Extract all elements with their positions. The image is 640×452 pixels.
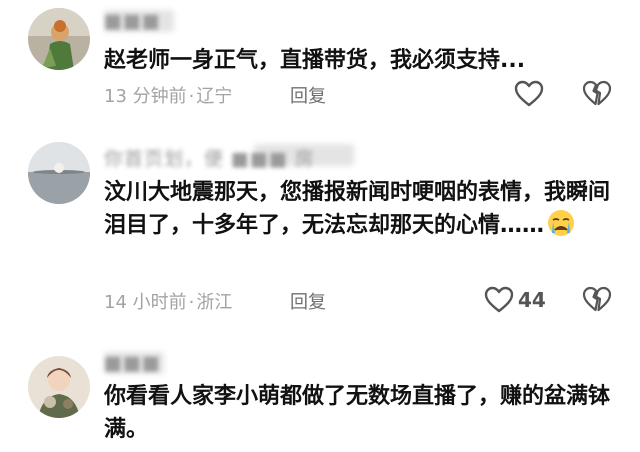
username-text: ■■■	[104, 10, 161, 32]
avatar[interactable]	[28, 8, 90, 70]
comment-item: ■■■ 赵老师一身正气，直播带货，我必须支持... 13 分钟前 · 辽宁 回复	[0, 0, 640, 120]
broken-heart-icon	[582, 80, 612, 112]
username[interactable]: ■■■	[104, 10, 184, 32]
comment-text: 赵老师一身正气，直播带货，我必须支持...	[104, 48, 526, 73]
dislike-button[interactable]	[582, 286, 612, 318]
reply-button[interactable]: 回复	[290, 288, 326, 314]
comment-time: 14 小时前	[104, 292, 187, 313]
comment-text-content: 汶川大地震那天，您播报新闻时哽咽的表情，我瞬间泪目了，十多年了，无法忘却那天的心…	[104, 180, 611, 238]
like-count: 44	[518, 288, 546, 312]
username[interactable]: 你首页划，便 ■■■ 房	[104, 144, 404, 170]
avatar[interactable]	[28, 142, 90, 204]
avatar[interactable]	[28, 356, 90, 418]
comment-meta: 14 小时前 · 浙江	[104, 292, 233, 313]
dislike-button[interactable]	[582, 80, 612, 112]
broken-heart-icon	[582, 286, 612, 318]
username-text: 你首页划，便 ■■■ 房	[104, 148, 315, 170]
comment-text: 汶川大地震那天，您播报新闻时哽咽的表情，我瞬间泪目了，十多年了，无法忘却那天的心…	[104, 176, 614, 247]
like-button[interactable]	[514, 80, 544, 108]
username[interactable]: ■■■	[104, 352, 194, 374]
crying-face-icon	[546, 209, 576, 247]
comment-text: 你看看人家李小萌都做了无数场直播了，赚的盆满钵满。	[104, 384, 611, 442]
heart-outline-icon	[484, 286, 514, 314]
comment-location: 浙江	[196, 292, 233, 313]
heart-outline-icon	[514, 80, 544, 108]
comment-meta: 13 分钟前 · 辽宁	[104, 86, 233, 107]
username-text: ■■■	[104, 352, 161, 374]
comment-location: 辽宁	[196, 86, 233, 107]
reply-button[interactable]: 回复	[290, 82, 326, 108]
comment-item: 你首页划，便 ■■■ 房 汶川大地震那天，您播报新闻时哽咽的表情，我瞬间泪目了，…	[0, 130, 640, 330]
comment-time: 13 分钟前	[104, 86, 187, 107]
comment-item: ■■■ 你看看人家李小萌都做了无数场直播了，赚的盆满钵满。	[0, 340, 640, 452]
like-button[interactable]: 44	[484, 286, 546, 314]
